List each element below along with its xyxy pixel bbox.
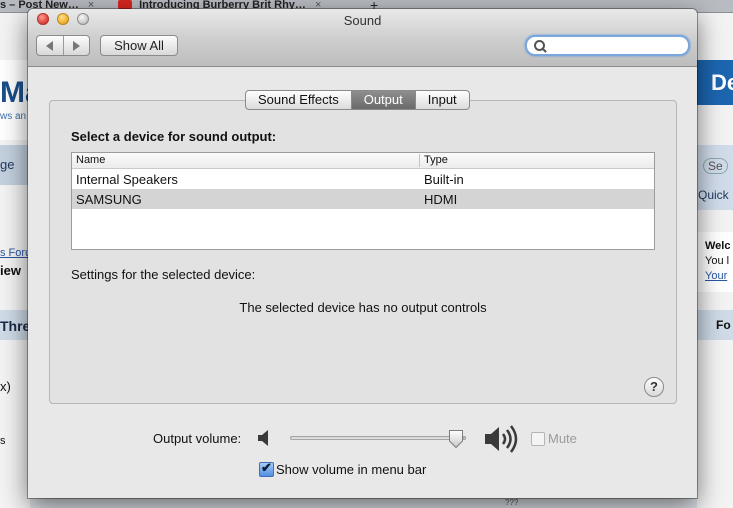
table-row-selected[interactable]: SAMSUNG HDMI — [72, 189, 654, 209]
device-name: Internal Speakers — [76, 172, 178, 187]
volume-slider[interactable] — [290, 436, 466, 440]
sound-preferences-window: Sound Show All Sound Effects Output Inpu… — [28, 9, 697, 498]
page-tagline: ws an — [0, 111, 27, 122]
page-search-field[interactable]: Se — [703, 158, 728, 174]
page-s-text: s — [0, 435, 6, 447]
device-type: HDMI — [424, 192, 458, 207]
table-row[interactable]: Internal Speakers Built-in — [72, 169, 654, 189]
column-header-name[interactable]: Name — [76, 154, 105, 166]
device-type: Built-in — [424, 172, 464, 187]
page-view-text: iew — [0, 263, 21, 278]
tab-sound-effects[interactable]: Sound Effects — [245, 90, 352, 110]
search-icon-handle — [541, 47, 547, 53]
tab-output[interactable]: Output — [351, 90, 416, 110]
chevron-right-icon — [72, 40, 80, 51]
pane-tabs: Sound Effects Output Input — [245, 90, 470, 110]
show-volume-checkbox[interactable]: ✔ — [259, 460, 274, 477]
tab-input[interactable]: Input — [415, 90, 470, 110]
show-all-button[interactable]: Show All — [100, 35, 178, 56]
speaker-high-icon — [485, 425, 518, 453]
back-button[interactable] — [37, 36, 63, 55]
video-site-icon — [118, 0, 132, 9]
window-toolbar: Sound Show All — [28, 9, 697, 67]
volume-slider-fill — [290, 436, 465, 440]
page-forum-link[interactable]: s Foru — [0, 247, 31, 259]
page-nav-text: ge — [0, 157, 15, 172]
chevron-left-icon — [46, 40, 54, 51]
volume-slider-knob[interactable] — [448, 429, 464, 449]
help-button[interactable]: ? — [644, 377, 664, 397]
output-volume-label: Output volume: — [153, 431, 242, 446]
page-quick-link[interactable]: Quick — [698, 188, 729, 202]
no-controls-message: The selected device has no output contro… — [239, 300, 487, 315]
page-right-banner-text: De — [711, 70, 733, 95]
page-right-bar-text: Fo — [716, 318, 731, 332]
table-header: Name Type — [72, 153, 654, 169]
output-heading: Select a device for sound output: — [71, 129, 277, 144]
output-panel: Select a device for sound output: Name T… — [49, 100, 677, 404]
page-x-text: x) — [0, 379, 11, 394]
page-threads-text: Thre — [0, 318, 31, 334]
mute-label: Mute — [548, 431, 577, 446]
forward-button[interactable] — [62, 36, 90, 55]
back-forward-control — [36, 35, 90, 56]
page-welcome-text: You l — [705, 255, 730, 267]
checkmark-icon: ✔ — [261, 460, 272, 475]
device-table[interactable]: Name Type Internal Speakers Built-in SAM… — [71, 152, 655, 250]
column-header-type[interactable]: Type — [419, 154, 448, 167]
mute-checkbox[interactable] — [531, 432, 545, 446]
page-bottom-text: ??? — [505, 498, 519, 507]
settings-label: Settings for the selected device: — [71, 267, 256, 282]
device-name: SAMSUNG — [76, 192, 142, 207]
page-your-link[interactable]: Your — [705, 270, 727, 282]
speaker-low-icon — [258, 430, 268, 446]
window-title: Sound — [343, 13, 382, 28]
page-welcome-title: Welc — [705, 240, 731, 252]
show-volume-label: Show volume in menu bar — [276, 462, 427, 477]
search-input[interactable] — [525, 35, 690, 56]
